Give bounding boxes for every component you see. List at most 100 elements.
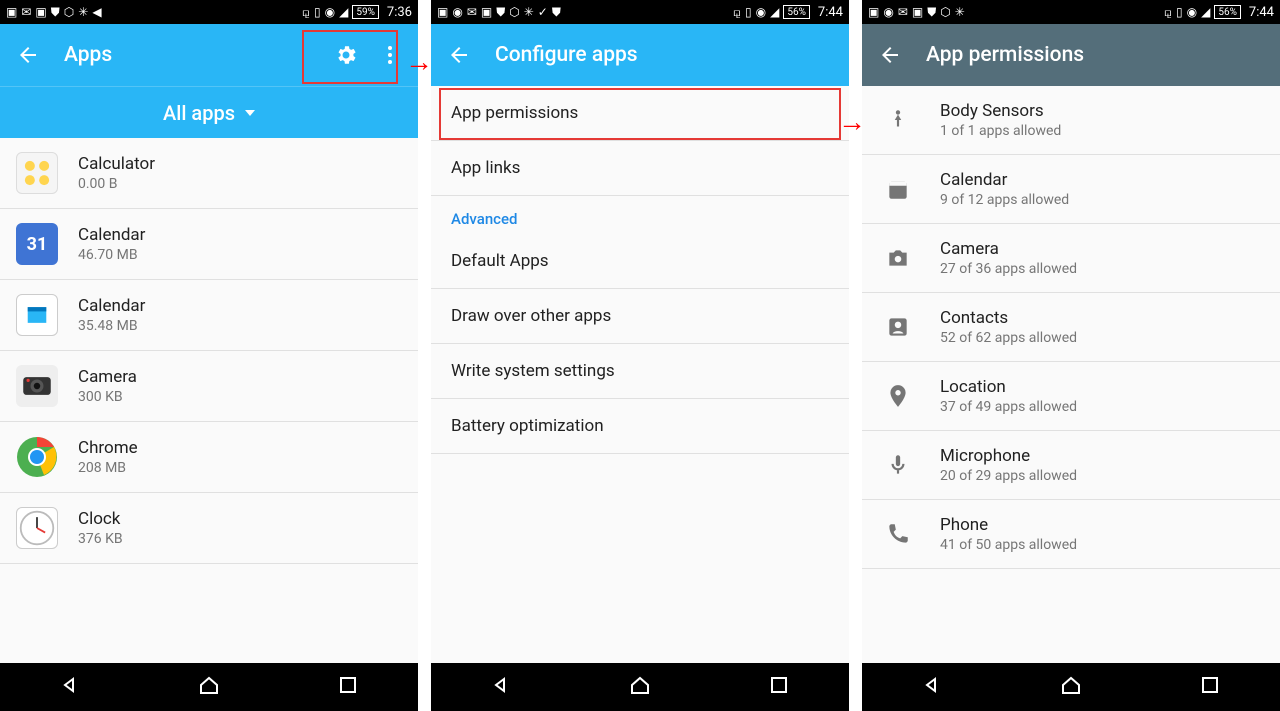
app-label: Clock <box>78 509 123 529</box>
status-clock: 7:44 <box>1249 5 1274 20</box>
battery-indicator: 56% <box>1214 5 1241 19</box>
battery-indicator: 59% <box>352 5 379 19</box>
perm-row-phone[interactable]: Phone41 of 50 apps allowed <box>862 500 1280 569</box>
gear-icon[interactable] <box>334 43 358 67</box>
signal-icon: ◢ <box>770 5 779 19</box>
app-row-chrome[interactable]: Chrome 208 MB <box>0 422 418 493</box>
perm-row-body-sensors[interactable]: Body Sensors 1 of 1 apps allowed <box>862 86 1280 155</box>
sync-icon: ✳ <box>524 5 534 19</box>
app-row-clock[interactable]: Clock 376 KB <box>0 493 418 564</box>
notif-icon: ▣ <box>35 5 46 19</box>
perm-sub: 1 of 1 apps allowed <box>940 123 1061 139</box>
screen-configure-apps: ▣ ◉ ✉ ▣ ⛊ ⬡ ✳ ✓ ⛊ ⚼ ▯ ◉ ◢ 56% 7:44 Confi… <box>431 0 849 711</box>
nav-recents-button[interactable] <box>336 673 360 701</box>
nav-back-button[interactable] <box>58 673 82 701</box>
bluetooth-icon: ⚼ <box>1164 5 1172 20</box>
bluetooth-icon: ⚼ <box>733 5 741 20</box>
perm-label: Microphone <box>940 446 1077 466</box>
page-title: Configure apps <box>495 43 833 67</box>
app-row-calendar-stock[interactable]: Calendar 35.48 MB <box>0 280 418 351</box>
apps-filter-dropdown[interactable]: All apps <box>0 86 418 138</box>
perm-sub: 20 of 29 apps allowed <box>940 468 1077 484</box>
app-row-camera[interactable]: Camera 300 KB <box>0 351 418 422</box>
notif-icon: ✉ <box>467 5 477 19</box>
app-row-calendar-google[interactable]: 31 Calendar 46.70 MB <box>0 209 418 280</box>
nav-recents-button[interactable] <box>1198 673 1222 701</box>
wifi-icon: ◉ <box>756 5 766 19</box>
notif-icon: ✉ <box>21 5 31 19</box>
camera-icon <box>16 365 58 407</box>
perm-sub: 27 of 36 apps allowed <box>940 261 1077 277</box>
vibrate-icon: ▯ <box>1176 5 1183 19</box>
row-app-links[interactable]: App links <box>431 141 849 196</box>
warning-icon: ⬡ <box>64 5 74 19</box>
shield-icon: ⛊ <box>552 5 561 20</box>
action-bar: Apps <box>0 24 418 86</box>
perm-label: Phone <box>940 515 1077 535</box>
nav-home-button[interactable] <box>1059 673 1083 701</box>
screen-apps: ▣ ✉ ▣ ⛊ ⬡ ✳ ◀ ⚼ ▯ ◉ ◢ 59% 7:36 Apps All <box>0 0 418 711</box>
screen-app-permissions: ▣ ◉ ✉ ▣ ⛊ ⬡ ✳ ⚼ ▯ ◉ ◢ 56% 7:44 App permi… <box>862 0 1280 711</box>
nav-back-button[interactable] <box>920 673 944 701</box>
apps-list: Calculator 0.00 B 31 Calendar 46.70 MB C… <box>0 138 418 663</box>
camera-icon <box>878 238 918 278</box>
action-bar: Configure apps <box>431 24 849 86</box>
row-default-apps[interactable]: Default Apps <box>431 234 849 289</box>
android-nav-bar <box>862 663 1280 711</box>
row-draw-over-apps[interactable]: Draw over other apps <box>431 289 849 344</box>
configure-list: App permissions App links Advanced Defau… <box>431 86 849 663</box>
sync-icon: ✳ <box>955 5 965 19</box>
app-size: 376 KB <box>78 531 123 547</box>
notif-icon: ▣ <box>437 5 448 19</box>
perm-row-calendar[interactable]: Calendar9 of 12 apps allowed <box>862 155 1280 224</box>
nav-recents-button[interactable] <box>767 673 791 701</box>
check-icon: ✓ <box>538 5 548 19</box>
notif-icon: ◉ <box>883 5 893 19</box>
perm-row-contacts[interactable]: Contacts52 of 62 apps allowed <box>862 293 1280 362</box>
nav-back-button[interactable] <box>489 673 513 701</box>
overflow-menu-icon[interactable] <box>378 43 402 67</box>
battery-indicator: 56% <box>783 5 810 19</box>
row-write-system-settings[interactable]: Write system settings <box>431 344 849 399</box>
back-button[interactable] <box>878 43 902 67</box>
status-bar: ▣ ◉ ✉ ▣ ⛊ ⬡ ✳ ✓ ⛊ ⚼ ▯ ◉ ◢ 56% 7:44 <box>431 0 849 24</box>
microphone-icon <box>878 445 918 485</box>
back-button[interactable] <box>447 43 471 67</box>
shield-icon: ⛊ <box>51 5 60 20</box>
contacts-icon <box>878 307 918 347</box>
chrome-icon <box>16 436 58 478</box>
status-bar: ▣ ✉ ▣ ⛊ ⬡ ✳ ◀ ⚼ ▯ ◉ ◢ 59% 7:36 <box>0 0 418 24</box>
body-sensors-icon <box>878 100 918 140</box>
perm-label: Camera <box>940 239 1077 259</box>
perm-row-microphone[interactable]: Microphone 20 of 29 apps allowed <box>862 431 1280 500</box>
perm-row-location[interactable]: Location37 of 49 apps allowed <box>862 362 1280 431</box>
dropdown-icon <box>245 110 255 116</box>
page-title: Apps <box>64 43 314 67</box>
clock-icon <box>16 507 58 549</box>
bluetooth-icon: ⚼ <box>302 5 310 20</box>
back-button[interactable] <box>16 43 40 67</box>
perm-row-camera[interactable]: Camera 27 of 36 apps allowed <box>862 224 1280 293</box>
row-battery-optimization[interactable]: Battery optimization <box>431 399 849 454</box>
signal-icon: ◢ <box>339 5 348 19</box>
filter-label: All apps <box>163 101 235 125</box>
perm-label: Contacts <box>940 308 1077 328</box>
notif-icon: ▣ <box>868 5 879 19</box>
row-app-permissions[interactable]: App permissions <box>431 86 849 141</box>
notif-icon: ◉ <box>452 5 462 19</box>
app-size: 208 MB <box>78 460 138 476</box>
warning-icon: ⬡ <box>940 5 950 19</box>
action-bar: App permissions <box>862 24 1280 86</box>
flow-arrow-1: → <box>405 45 433 78</box>
perm-sub: 9 of 12 apps allowed <box>940 192 1069 208</box>
vibrate-icon: ▯ <box>314 5 321 19</box>
shield-icon: ⛊ <box>496 5 505 20</box>
nav-home-button[interactable] <box>197 673 221 701</box>
app-label: Calculator <box>78 154 155 174</box>
perm-label: Location <box>940 377 1077 397</box>
warning-icon: ⬡ <box>509 5 519 19</box>
perm-label: Body Sensors <box>940 101 1061 121</box>
wifi-icon: ◉ <box>1187 5 1197 19</box>
nav-home-button[interactable] <box>628 673 652 701</box>
app-row-calculator[interactable]: Calculator 0.00 B <box>0 138 418 209</box>
